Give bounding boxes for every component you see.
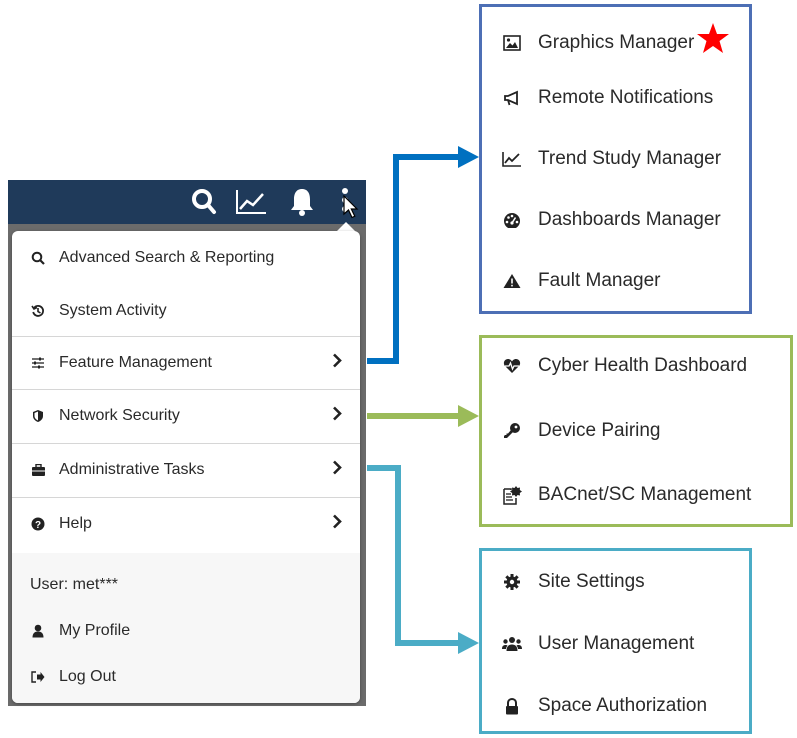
warning-icon — [502, 271, 522, 291]
sliders-icon — [30, 355, 46, 371]
menu-item-log-out[interactable]: Log Out — [12, 650, 360, 703]
dashboard-icon — [502, 210, 522, 230]
search-icon[interactable] — [191, 186, 217, 216]
network-security-submenu: Cyber Health Dashboard Device Pairing BA… — [479, 335, 793, 527]
briefcase-icon — [30, 462, 46, 478]
search-icon — [30, 250, 46, 266]
bell-icon[interactable] — [289, 186, 315, 216]
certificate-icon — [502, 485, 522, 505]
trend-icon[interactable] — [234, 186, 268, 216]
submenu-item-label: Remote Notifications — [538, 87, 714, 108]
history-icon — [30, 303, 46, 319]
submenu-item-label: Trend Study Manager — [538, 148, 722, 169]
submenu-item-cyber-health-dashboard[interactable]: Cyber Health Dashboard — [502, 355, 747, 377]
administrative-tasks-submenu: Site Settings User Management Space Auth… — [479, 548, 752, 734]
submenu-item-label: Device Pairing — [538, 420, 661, 441]
submenu-item-label: BACnet/SC Management — [538, 484, 752, 505]
heartbeat-icon — [502, 356, 522, 376]
menu-item-label: My Profile — [59, 621, 131, 639]
key-icon — [502, 421, 522, 441]
menu-item-label: Help — [59, 515, 92, 532]
submenu-item-remote-notifications[interactable]: Remote Notifications — [502, 87, 713, 109]
app-top-bar — [8, 180, 366, 224]
submenu-item-label: Graphics Manager — [538, 32, 695, 53]
submenu-item-label: Space Authorization — [538, 695, 708, 716]
chevron-right-icon — [332, 514, 342, 535]
svg-text:?: ? — [35, 520, 41, 531]
submenu-item-label: Cyber Health Dashboard — [538, 355, 748, 376]
menu-item-label: Network Security — [59, 407, 180, 424]
submenu-item-graphics-manager[interactable]: Graphics Manager — [502, 23, 730, 60]
chevron-right-icon — [332, 460, 342, 481]
help-circle-icon: ? — [30, 516, 46, 532]
submenu-item-user-management[interactable]: User Management — [502, 633, 694, 655]
lock-icon — [502, 696, 522, 716]
submenu-item-site-settings[interactable]: Site Settings — [502, 571, 645, 593]
chevron-right-icon — [332, 353, 342, 374]
line-chart-icon — [502, 149, 522, 169]
submenu-item-trend-study-manager[interactable]: Trend Study Manager — [502, 148, 721, 170]
feature-management-arrowhead — [458, 146, 479, 168]
administrative-tasks-arrowhead — [458, 632, 479, 654]
menu-item-administrative-tasks[interactable]: Administrative Tasks — [12, 443, 360, 496]
administrative-tasks-arrow — [367, 465, 460, 646]
menu-item-network-security[interactable]: Network Security — [12, 389, 360, 442]
feature-management-submenu: Graphics Manager Remote Notifications Tr… — [479, 4, 752, 314]
feature-management-arrow — [367, 154, 460, 364]
submenu-item-dashboards-manager[interactable]: Dashboards Manager — [502, 209, 721, 231]
chevron-right-icon — [332, 406, 342, 427]
user-icon — [30, 623, 46, 639]
menu-item-label: System Activity — [59, 301, 167, 319]
menu-item-label: Feature Management — [59, 354, 212, 371]
user-label: User: met*** — [30, 576, 119, 593]
submenu-item-label: Site Settings — [538, 571, 645, 592]
menu-item-system-activity[interactable]: System Activity — [12, 284, 360, 337]
network-security-arrowhead — [458, 405, 479, 427]
submenu-item-device-pairing[interactable]: Device Pairing — [502, 420, 661, 442]
submenu-item-label: User Management — [538, 633, 695, 654]
star-icon — [696, 22, 730, 60]
shield-icon — [30, 408, 46, 424]
menu-item-advanced-search[interactable]: Advanced Search & Reporting — [12, 231, 360, 284]
image-icon — [502, 33, 522, 53]
submenu-item-label: Dashboards Manager — [538, 209, 721, 230]
users-icon — [502, 634, 522, 654]
menu-item-feature-management[interactable]: Feature Management — [12, 336, 360, 389]
menu-item-help[interactable]: ? Help — [12, 497, 360, 550]
submenu-item-label: Fault Manager — [538, 270, 661, 291]
megaphone-icon — [502, 88, 522, 108]
mouse-pointer-icon — [343, 194, 359, 224]
gear-icon — [502, 572, 522, 592]
submenu-item-space-authorization[interactable]: Space Authorization — [502, 695, 707, 717]
menu-item-label: Log Out — [59, 667, 116, 685]
submenu-item-bacnet-sc-management[interactable]: BACnet/SC Management — [502, 484, 751, 506]
menu-item-label: Advanced Search & Reporting — [59, 248, 275, 266]
sign-out-icon — [30, 669, 46, 685]
submenu-item-fault-manager[interactable]: Fault Manager — [502, 270, 661, 292]
overflow-menu: Advanced Search & Reporting System Activ… — [12, 231, 360, 703]
menu-item-label: Administrative Tasks — [59, 461, 205, 478]
